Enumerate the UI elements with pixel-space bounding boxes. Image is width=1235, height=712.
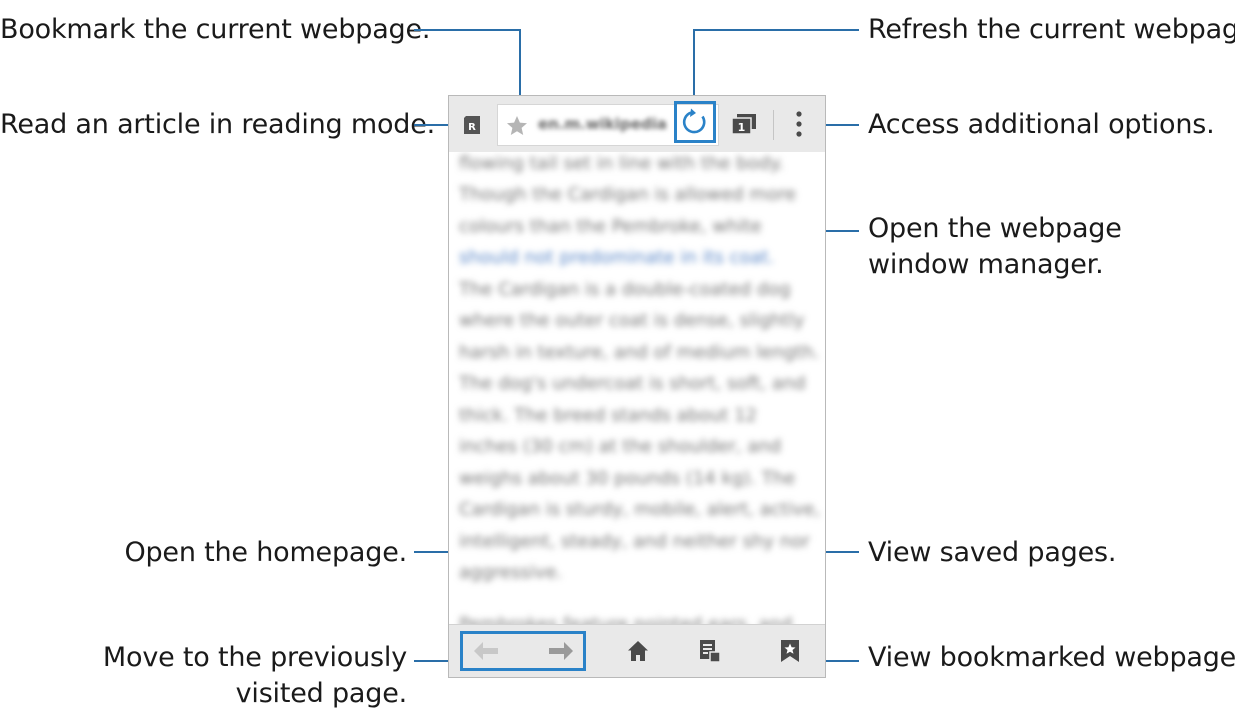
article-line: colours than the Pembroke, white	[459, 216, 762, 237]
callout-back-forward: Move to the previously visited page.	[102, 642, 407, 709]
browser-toolbar: R en.m.wikipedia 1	[449, 96, 825, 152]
article-line: Cardigan is sturdy, mobile, alert, activ…	[459, 499, 821, 520]
callout-refresh: Refresh the current webpage.	[868, 14, 1235, 45]
article-line: intelligent, steady, and neither shy nor	[459, 531, 810, 552]
refresh-icon[interactable]	[681, 108, 709, 136]
browser-screen: R en.m.wikipedia 1 flowing tail set in l…	[448, 95, 826, 678]
article-line: flowing tail set in line with the body.	[459, 153, 784, 174]
article-content: flowing tail set in line with the body. …	[449, 152, 825, 626]
article-line: weighs about 30 pounds (14 kg). The	[459, 468, 796, 489]
article-line: Though the Cardigan is allowed more	[459, 184, 797, 205]
more-options-icon[interactable]	[795, 109, 803, 139]
saved-pages-icon[interactable]	[699, 639, 721, 663]
home-icon[interactable]	[627, 640, 649, 662]
callout-window-manager: Open the webpage window manager.	[868, 213, 1122, 280]
svg-text:R: R	[468, 122, 476, 133]
svg-text:1: 1	[738, 121, 746, 134]
article-line: harsh in texture, and of medium length.	[459, 342, 820, 363]
bookmarks-icon[interactable]	[780, 639, 800, 663]
star-icon[interactable]	[505, 114, 529, 138]
article-line: The dog's undercoat is short, soft, and	[459, 373, 806, 394]
article-line: aggressive.	[459, 562, 563, 583]
callout-options: Access additional options.	[868, 109, 1215, 140]
leader-refresh-h	[693, 29, 859, 31]
callout-bookmarks: View bookmarked webpages.	[868, 642, 1235, 673]
forward-arrow-icon[interactable]	[548, 641, 574, 661]
callout-homepage: Open the homepage.	[124, 537, 407, 568]
reading-mode-icon[interactable]: R	[462, 115, 482, 135]
toolbar-divider	[773, 110, 774, 140]
leader-bookmark-h	[414, 29, 520, 31]
window-manager-icon[interactable]: 1	[731, 113, 757, 135]
callout-reading-mode: Read an article in reading mode.	[0, 109, 436, 140]
article-line: where the outer coat is dense, slightly	[459, 310, 805, 331]
article-line: The Cardigan is a double-coated dog	[459, 279, 791, 300]
callout-saved-pages: View saved pages.	[868, 537, 1117, 568]
article-line: should not predominate in its coat.	[459, 247, 775, 268]
back-arrow-icon[interactable]	[473, 641, 499, 661]
article-line: thick. The breed stands about 12	[459, 405, 758, 426]
article-line: inches (30 cm) at the shoulder, and	[459, 436, 782, 457]
leader-refresh-v	[693, 29, 695, 99]
callout-bookmark: Bookmark the current webpage.	[0, 14, 431, 45]
browser-bottom-toolbar	[449, 624, 825, 677]
url-text: en.m.wikipedia	[538, 115, 667, 133]
